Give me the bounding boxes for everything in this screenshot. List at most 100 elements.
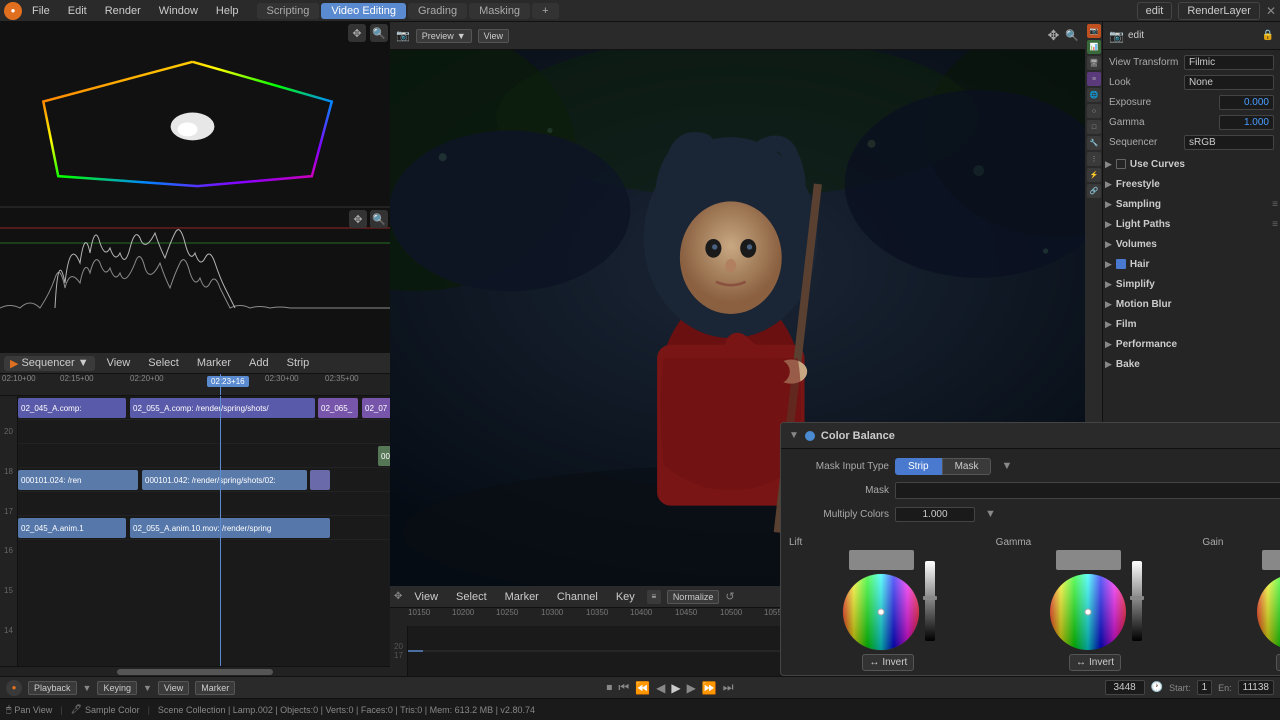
rp-look-value[interactable]: None <box>1184 75 1274 90</box>
playback-menu-marker[interactable]: Marker <box>195 681 235 695</box>
graph-mode-icon[interactable]: ✥ <box>394 591 402 602</box>
rp-hair-checkbox[interactable] <box>1116 259 1126 269</box>
seq-hscroll[interactable] <box>0 666 390 676</box>
viewport-cursor-icon[interactable]: ✥ <box>1048 27 1060 44</box>
tab-grading[interactable]: Grading <box>408 3 467 19</box>
cb-gamma-wheel[interactable] <box>1048 572 1128 652</box>
rp-physics-icon[interactable]: ⚡ <box>1087 168 1101 182</box>
seq-clip[interactable]: 000101.042: /render/spring/shots/02: <box>142 470 307 490</box>
rp-light-paths-header[interactable]: ▶ Light Paths ≡ <box>1103 214 1280 234</box>
cb-settings-icon[interactable]: ▼ <box>1001 460 1012 472</box>
graph-marker-btn[interactable]: Marker <box>499 590 545 604</box>
menu-help[interactable]: Help <box>208 3 247 19</box>
cb-gamma-invert[interactable]: ↔ Invert <box>1069 654 1121 671</box>
rp-sequencer-value[interactable]: sRGB <box>1184 135 1274 150</box>
graph-normalize-label[interactable]: Normalize <box>667 590 720 604</box>
waveform-zoom-icon[interactable]: 🔍 <box>370 210 388 228</box>
rp-gamma-value[interactable]: 1.000 <box>1219 115 1274 130</box>
rp-hair-header[interactable]: ▶ Hair <box>1103 254 1280 274</box>
scope-cursor-icon[interactable]: ✥ <box>348 24 366 42</box>
seq-clip[interactable]: 02_07 <box>362 398 390 418</box>
playback-end-value[interactable]: 11138 <box>1238 680 1274 695</box>
graph-normalize-icon[interactable]: ≡ <box>647 590 661 604</box>
rp-sampling-header[interactable]: ▶ Sampling ≡ <box>1103 194 1280 214</box>
rp-simplify-header[interactable]: ▶ Simplify <box>1103 274 1280 294</box>
playback-mode-icon[interactable]: ● <box>6 680 22 696</box>
seq-scroll-thumb[interactable] <box>117 669 273 675</box>
cb-multiply-settings[interactable]: ▼ <box>985 508 996 520</box>
seq-clip[interactable]: 02_055_A.anim.10.mov: /render/spring <box>130 518 330 538</box>
rp-scene-icon[interactable]: 🌐 <box>1087 88 1101 102</box>
rp-use-curves-header[interactable]: ▶ Use Curves <box>1103 154 1280 174</box>
viewport-zoom-icon[interactable]: 🔍 <box>1065 29 1079 42</box>
rp-use-curves-checkbox[interactable] <box>1116 159 1126 169</box>
playback-menu-playback[interactable]: Playback <box>28 681 77 695</box>
rp-world-icon[interactable]: ○ <box>1087 104 1101 118</box>
seq-clip[interactable]: 02_055_A.comp: /render/spring/shots/ <box>130 398 315 418</box>
rp-object-icon[interactable]: □ <box>1087 120 1101 134</box>
rp-constraints-icon[interactable]: 🔗 <box>1087 184 1101 198</box>
tab-scripting[interactable]: Scripting <box>257 3 320 19</box>
seq-menu-strip[interactable]: Strip <box>281 356 316 370</box>
graph-select-btn[interactable]: Select <box>450 590 493 604</box>
rp-output-icon[interactable]: 🖥 <box>1087 56 1101 70</box>
cb-multiply-input[interactable] <box>895 507 975 522</box>
cb-dot-icon[interactable] <box>805 431 815 441</box>
cb-gain-invert[interactable]: ↔ Invert <box>1276 654 1280 671</box>
render-layer-badge[interactable]: RenderLayer <box>1178 2 1260 20</box>
cb-gamma-vslider[interactable] <box>1132 561 1142 641</box>
edit-mode-badge[interactable]: edit <box>1137 2 1173 20</box>
cb-mask-btn[interactable]: Mask <box>942 458 992 475</box>
rp-sampling-list-icon[interactable]: ≡ <box>1272 199 1278 210</box>
playback-next-frame-btn[interactable]: ▶ <box>687 681 696 695</box>
seq-clip[interactable]: 02_045_A.anim.1 <box>18 518 126 538</box>
playback-next-keyframe-btn[interactable]: ⏩ <box>702 681 717 695</box>
menu-render[interactable]: Render <box>97 3 149 19</box>
graph-view-btn[interactable]: View <box>408 590 444 604</box>
cb-lift-invert[interactable]: ↔ Invert <box>862 654 914 671</box>
seq-clip[interactable] <box>310 470 330 490</box>
rp-bake-header[interactable]: ▶ Bake <box>1103 354 1280 374</box>
graph-key-btn[interactable]: Key <box>610 590 641 604</box>
waveform-cursor-icon[interactable]: ✥ <box>349 210 367 228</box>
rp-modifier-icon[interactable]: 🔧 <box>1087 136 1101 150</box>
playback-stop-btn[interactable]: ⏹ <box>606 680 612 695</box>
playback-menu-view[interactable]: View <box>158 681 189 695</box>
playback-start-value[interactable]: 1 <box>1197 680 1213 695</box>
rp-freestyle-header[interactable]: ▶ Freestyle <box>1103 174 1280 194</box>
seq-menu-view[interactable]: View <box>101 356 137 370</box>
playback-frame-display[interactable]: 3448 <box>1105 680 1145 695</box>
rp-performance-header[interactable]: ▶ Performance <box>1103 334 1280 354</box>
cb-expand-icon[interactable]: ▼ <box>789 430 799 441</box>
playback-play-btn[interactable]: ▶ <box>671 681 680 695</box>
cb-strip-btn[interactable]: Strip <box>895 458 942 475</box>
rp-header-lock[interactable]: 🔒 <box>1262 30 1274 41</box>
seq-clip[interactable]: 000101.024: /ren <box>18 470 138 490</box>
viewport-camera-icon[interactable]: 📷 <box>396 29 410 42</box>
cb-gain-wheel[interactable] <box>1255 572 1280 652</box>
rp-film-header[interactable]: ▶ Film <box>1103 314 1280 334</box>
status-sample-color[interactable]: 🖊 Sample Color <box>71 704 140 715</box>
playback-step-back-btn[interactable]: ⏪ <box>635 681 650 695</box>
seq-clip[interactable]: 02_045_A.comp: <box>18 398 126 418</box>
rp-particles-icon[interactable]: ⋮ <box>1087 152 1101 166</box>
seq-menu-add[interactable]: Add <box>243 356 275 370</box>
viewport-mode-dropdown[interactable]: Preview ▼ <box>416 29 472 43</box>
sequencer-type-btn[interactable]: ▶ Sequencer ▼ <box>4 356 95 371</box>
graph-refresh-icon[interactable]: ↺ <box>725 590 734 603</box>
menu-window[interactable]: Window <box>151 3 206 19</box>
cb-lift-wheel[interactable] <box>841 572 921 652</box>
tab-masking[interactable]: Masking <box>469 3 530 19</box>
tab-add[interactable]: + <box>532 3 558 19</box>
rp-volumes-header[interactable]: ▶ Volumes <box>1103 234 1280 254</box>
rp-view-transform-value[interactable]: Filmic <box>1184 55 1274 70</box>
rp-layer-icon[interactable]: ≡ <box>1087 72 1101 86</box>
tab-video-editing[interactable]: Video Editing <box>321 3 406 19</box>
cb-lift-vslider[interactable] <box>925 561 935 641</box>
viewport-view-btn[interactable]: View <box>478 29 509 43</box>
rp-exposure-value[interactable]: 0.000 <box>1219 95 1274 110</box>
playback-prev-keyframe-btn[interactable]: ⏮ <box>618 680 629 695</box>
rp-camera-icon[interactable]: 📷 <box>1087 24 1101 38</box>
seq-clip[interactable]: 00010 <box>378 446 390 466</box>
app-icon[interactable]: ● <box>4 2 22 20</box>
